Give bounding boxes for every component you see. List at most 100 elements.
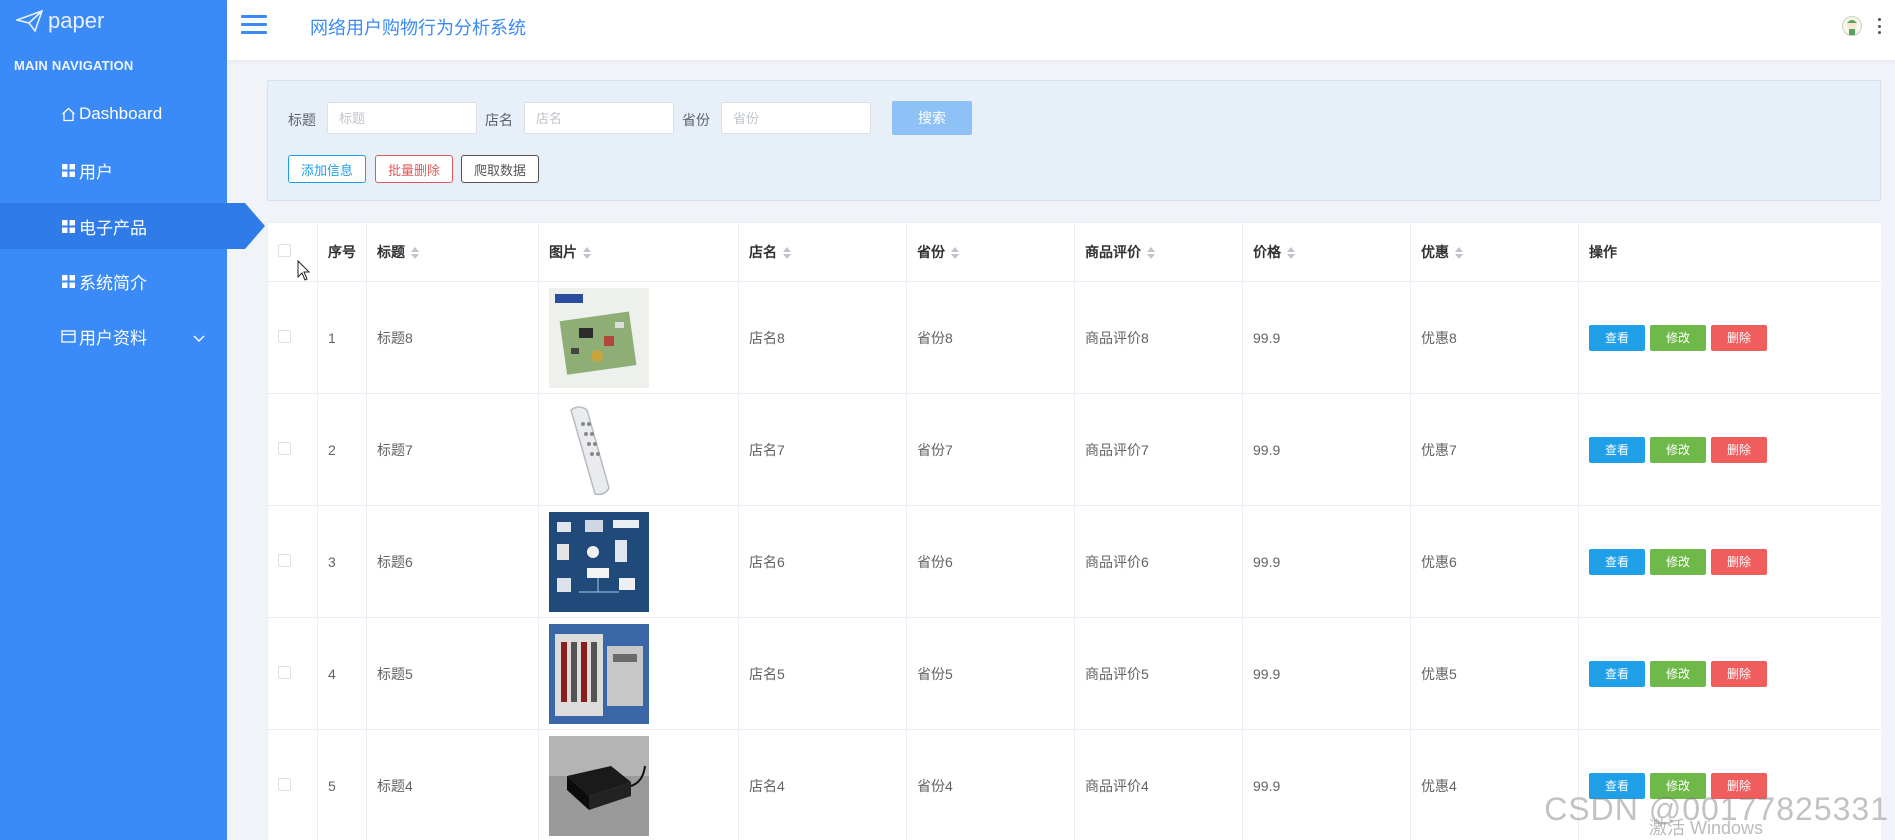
brand-logo[interactable]: paper bbox=[0, 0, 227, 42]
table-row: 1 标题8 店名8 省份8 商品评价8 99.9 优惠8 查看 修改 删除 bbox=[267, 281, 1881, 394]
product-image-black-box[interactable] bbox=[549, 735, 649, 836]
cell-title: 标题6 bbox=[366, 505, 539, 618]
avatar-face-icon bbox=[1847, 19, 1857, 35]
mouse-cursor-icon bbox=[297, 260, 311, 281]
delete-button[interactable]: 删除 bbox=[1711, 548, 1767, 575]
column-header-province[interactable]: 省份 bbox=[906, 222, 1075, 282]
cell-price: 99.9 bbox=[1242, 505, 1411, 618]
sort-icon[interactable] bbox=[1455, 247, 1463, 260]
product-image-smart-home[interactable] bbox=[549, 511, 649, 612]
cell-review: 商品评价6 bbox=[1074, 505, 1243, 618]
sort-icon[interactable] bbox=[411, 247, 419, 260]
cell-review: 商品评价7 bbox=[1074, 393, 1243, 506]
avatar[interactable] bbox=[1842, 16, 1862, 36]
sidebar-item-label: 用户 bbox=[79, 162, 113, 182]
crawl-data-button[interactable]: 爬取数据 bbox=[461, 155, 539, 183]
sort-icon[interactable] bbox=[583, 247, 591, 260]
column-header-title[interactable]: 标题 bbox=[366, 222, 539, 282]
sidebar-item-label: 电子产品 bbox=[79, 218, 147, 238]
cell-shop: 店名5 bbox=[738, 617, 907, 730]
page-title: 网络用户购物行为分析系统 bbox=[310, 18, 526, 38]
sidebar: paper MAIN NAVIGATION Dashboard 用户 电子产品 … bbox=[0, 0, 265, 840]
view-button[interactable]: 查看 bbox=[1589, 548, 1645, 575]
column-header-discount[interactable]: 优惠 bbox=[1410, 222, 1579, 282]
cell-province: 省份6 bbox=[906, 505, 1075, 618]
column-header-price[interactable]: 价格 bbox=[1242, 222, 1411, 282]
paper-plane-icon bbox=[16, 9, 44, 33]
edit-button[interactable]: 修改 bbox=[1650, 436, 1706, 463]
cell-shop: 店名4 bbox=[738, 729, 907, 840]
sort-icon[interactable] bbox=[1147, 247, 1155, 260]
cell-discount: 优惠8 bbox=[1410, 281, 1579, 394]
province-input[interactable] bbox=[721, 102, 871, 134]
title-input[interactable] bbox=[327, 102, 477, 134]
table-row: 4 标题5 店名5 省份5 商品评价5 99.9 优惠5 查看 修改 删除 bbox=[267, 617, 1881, 730]
row-checkbox[interactable] bbox=[278, 441, 291, 455]
sort-icon[interactable] bbox=[783, 247, 791, 260]
view-button[interactable]: 查看 bbox=[1589, 436, 1645, 463]
cell-index: 3 bbox=[317, 505, 367, 618]
row-checkbox[interactable] bbox=[278, 553, 291, 567]
sidebar-item-users[interactable]: 用户 bbox=[0, 147, 227, 193]
home-icon bbox=[60, 106, 76, 122]
sort-icon[interactable] bbox=[1287, 247, 1295, 260]
cell-shop: 店名8 bbox=[738, 281, 907, 394]
column-header-image[interactable]: 图片 bbox=[538, 222, 739, 282]
chevron-down-icon bbox=[193, 328, 205, 348]
cell-price: 99.9 bbox=[1242, 729, 1411, 840]
province-label: 省份 bbox=[682, 112, 710, 128]
delete-button[interactable]: 删除 bbox=[1711, 324, 1767, 351]
cell-shop: 店名6 bbox=[738, 505, 907, 618]
cell-price: 99.9 bbox=[1242, 281, 1411, 394]
title-label: 标题 bbox=[288, 112, 316, 128]
grid-icon bbox=[60, 273, 76, 289]
sidebar-item-dashboard[interactable]: Dashboard bbox=[0, 91, 227, 137]
delete-button[interactable]: 删除 bbox=[1711, 436, 1767, 463]
sidebar-item-system-intro[interactable]: 系统简介 bbox=[0, 258, 227, 304]
product-image-circuit-board[interactable] bbox=[549, 287, 649, 388]
shop-input[interactable] bbox=[524, 102, 674, 134]
cell-index: 4 bbox=[317, 617, 367, 730]
select-all-checkbox[interactable] bbox=[278, 244, 291, 257]
batch-delete-button[interactable]: 批量删除 bbox=[375, 155, 453, 183]
search-button[interactable]: 搜索 bbox=[892, 101, 972, 135]
sort-icon[interactable] bbox=[951, 247, 959, 260]
edit-button[interactable]: 修改 bbox=[1650, 548, 1706, 575]
cell-province: 省份5 bbox=[906, 617, 1075, 730]
table-row: 2 标题7 店名7 省份7 商品评价7 99.9 优惠7 查看 修改 删除 bbox=[267, 393, 1881, 506]
cell-discount: 优惠5 bbox=[1410, 617, 1579, 730]
cell-index: 1 bbox=[317, 281, 367, 394]
product-image-remote-control[interactable] bbox=[549, 399, 649, 500]
column-header-review[interactable]: 商品评价 bbox=[1074, 222, 1243, 282]
cell-review: 商品评价5 bbox=[1074, 617, 1243, 730]
edit-button[interactable]: 修改 bbox=[1650, 324, 1706, 351]
column-header-shop[interactable]: 店名 bbox=[738, 222, 907, 282]
column-header-index: 序号 bbox=[317, 222, 367, 282]
cell-province: 省份4 bbox=[906, 729, 1075, 840]
card-icon bbox=[60, 328, 76, 344]
view-button[interactable]: 查看 bbox=[1589, 324, 1645, 351]
menu-toggle-icon[interactable] bbox=[241, 15, 267, 35]
sidebar-item-user-profile[interactable]: 用户资料 bbox=[0, 313, 227, 359]
cell-title: 标题4 bbox=[366, 729, 539, 840]
sidebar-item-label: 用户资料 bbox=[79, 328, 147, 348]
sidebar-item-electronics[interactable]: 电子产品 bbox=[0, 203, 265, 249]
cell-index: 5 bbox=[317, 729, 367, 840]
top-bar: 网络用户购物行为分析系统 bbox=[227, 0, 1895, 60]
view-button[interactable]: 查看 bbox=[1589, 660, 1645, 687]
row-checkbox[interactable] bbox=[278, 665, 291, 679]
table-header-row: 序号 标题 图片 店名 省份 商品评价 价格 优惠 操作 bbox=[267, 222, 1881, 282]
cell-price: 99.9 bbox=[1242, 617, 1411, 730]
edit-button[interactable]: 修改 bbox=[1650, 660, 1706, 687]
row-checkbox[interactable] bbox=[278, 777, 291, 791]
product-table: 序号 标题 图片 店名 省份 商品评价 价格 优惠 操作 1 标题8 店名8 省… bbox=[267, 222, 1881, 840]
more-options-icon[interactable] bbox=[1878, 18, 1882, 34]
windows-activation-notice: 激活 Windows bbox=[1648, 818, 1763, 838]
add-info-button[interactable]: 添加信息 bbox=[288, 155, 366, 183]
delete-button[interactable]: 删除 bbox=[1711, 660, 1767, 687]
cell-title: 标题5 bbox=[366, 617, 539, 730]
product-image-server-rack[interactable] bbox=[549, 623, 649, 724]
row-checkbox[interactable] bbox=[278, 329, 291, 343]
grid-icon bbox=[60, 218, 76, 234]
cell-price: 99.9 bbox=[1242, 393, 1411, 506]
